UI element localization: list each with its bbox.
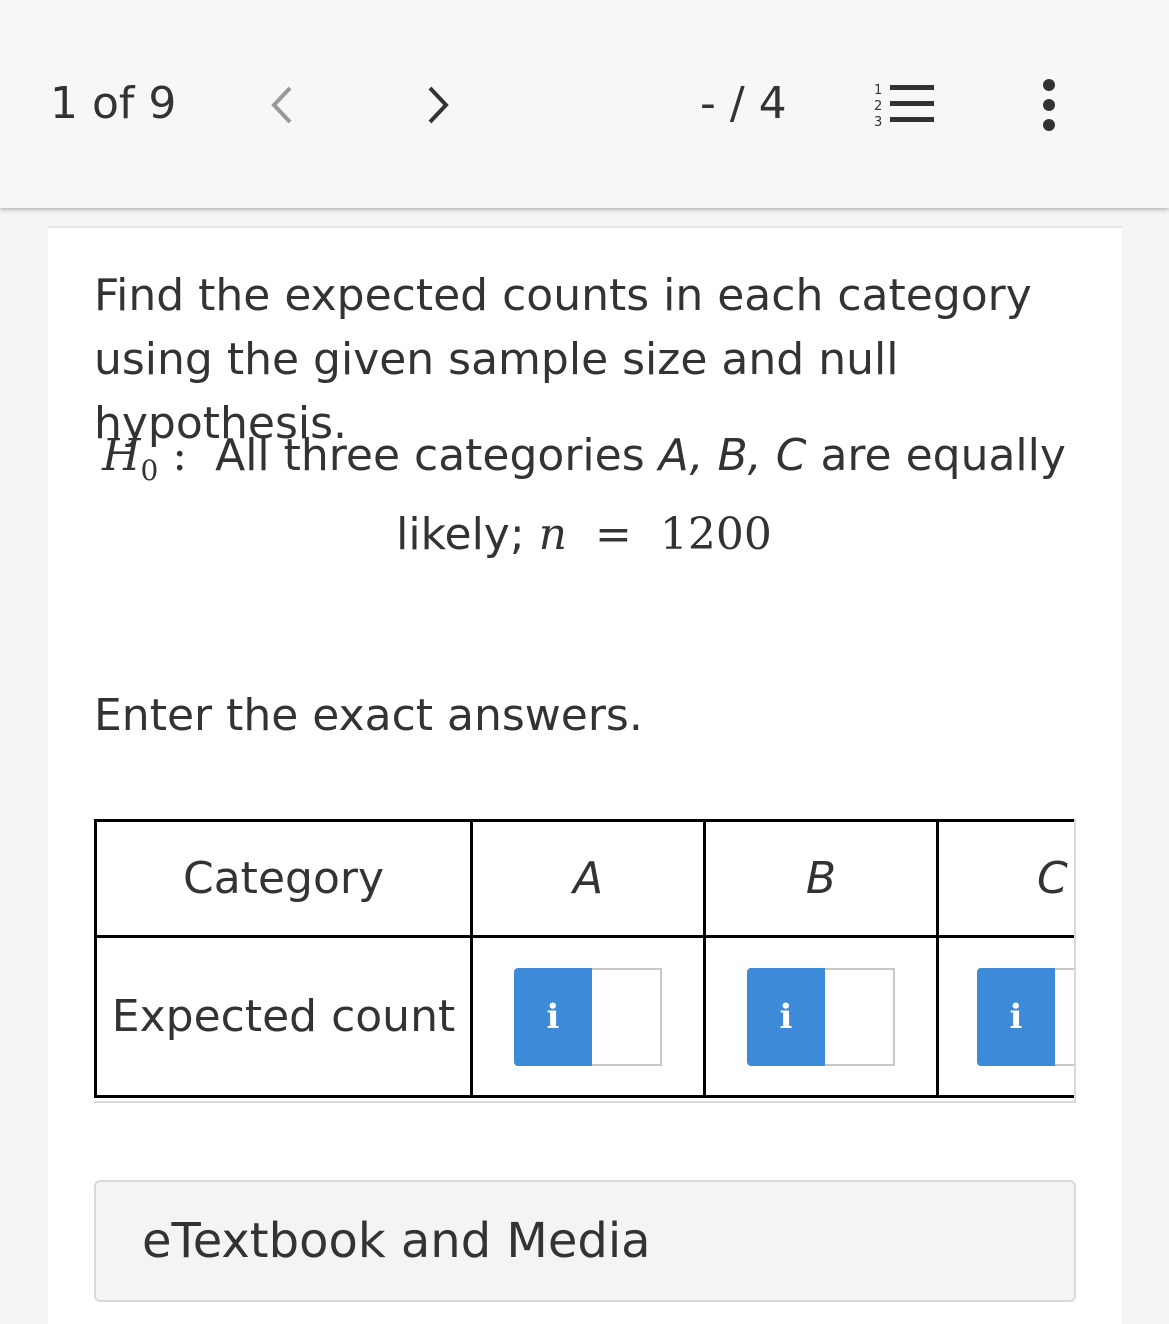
h0-subscript: 0	[140, 454, 159, 487]
chevron-right-icon[interactable]	[420, 80, 460, 130]
answer-cell-b: i	[703, 935, 939, 1098]
expected-count-input-b[interactable]	[825, 967, 895, 1066]
top-bar: 1 of 9 - / 4 1 2 3	[0, 0, 1169, 208]
info-button-c[interactable]: i	[977, 967, 1055, 1066]
likely-text: likely;	[396, 509, 525, 560]
answer-cell-c: i	[936, 935, 1074, 1098]
header-category-a: A	[470, 819, 706, 938]
question-counter: 1 of 9	[50, 78, 177, 129]
info-button-b[interactable]: i	[747, 967, 825, 1066]
h0-colon: :	[172, 430, 188, 481]
row-label-expected-count: Expected count	[94, 935, 473, 1098]
answer-table: Category A B C Expected count i i i	[94, 819, 1076, 1103]
expected-count-input-a[interactable]	[592, 967, 662, 1066]
header-category-b: B	[703, 819, 939, 938]
table-row: Expected count i i i	[94, 935, 1074, 1098]
answer-cell-a: i	[470, 935, 706, 1098]
chevron-left-icon[interactable]	[262, 80, 302, 130]
table-header-row: Category A B C	[94, 819, 1074, 938]
instruction-text: Enter the exact answers.	[94, 690, 643, 741]
h0-text-2: are equally	[820, 430, 1066, 481]
svg-text:1: 1	[874, 83, 882, 98]
info-button-a[interactable]: i	[514, 967, 592, 1066]
score-display: - / 4	[700, 78, 787, 129]
numbered-list-icon[interactable]: 1 2 3	[872, 80, 934, 130]
question-card: Find the expected counts in each categor…	[48, 226, 1122, 1324]
equals-sign: =	[595, 509, 632, 560]
etextbook-media-button[interactable]: eTextbook and Media	[94, 1180, 1076, 1302]
svg-text:2: 2	[874, 99, 882, 114]
more-vertical-icon[interactable]	[1036, 78, 1062, 132]
sample-size: 1200	[659, 509, 772, 560]
null-hypothesis: H0 : All three categories A, B, C are eq…	[94, 424, 1074, 567]
header-category-c: C	[936, 819, 1074, 938]
h0-text: All three categories	[215, 430, 645, 481]
h0-symbol: H	[102, 430, 141, 481]
h0-categories: A, B, C	[658, 430, 807, 481]
svg-text:3: 3	[874, 115, 882, 128]
n-variable: n	[538, 509, 568, 560]
expected-count-input-c[interactable]	[1055, 967, 1074, 1066]
header-category: Category	[94, 819, 473, 938]
question-line-1: Find the expected counts in each categor…	[94, 270, 1032, 321]
